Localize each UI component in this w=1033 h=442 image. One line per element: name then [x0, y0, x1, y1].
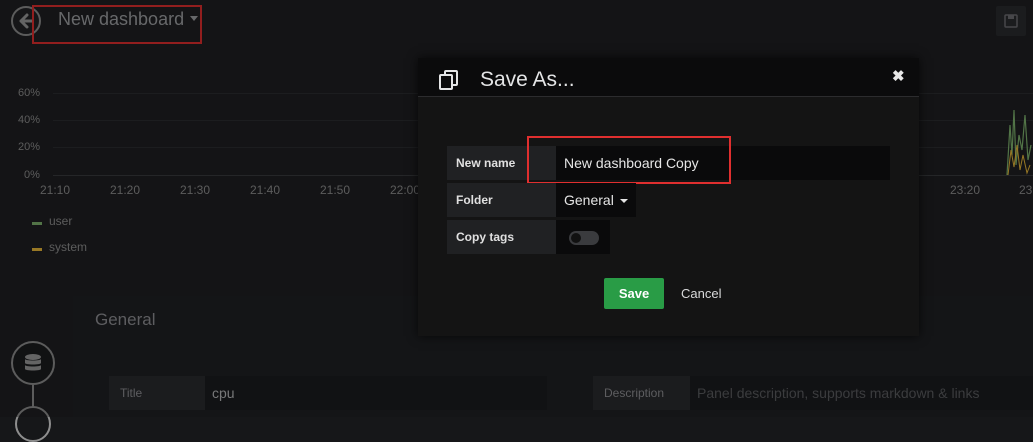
folder-select[interactable]: General	[556, 183, 636, 217]
folder-select-value: General	[564, 192, 614, 208]
highlight-box-new-name	[527, 136, 731, 184]
close-icon[interactable]: ✖	[892, 67, 905, 85]
chevron-down-icon	[619, 199, 628, 203]
toggle-knob	[571, 233, 581, 243]
copy-tags-label: Copy tags	[447, 220, 556, 254]
modal-title: Save As...	[480, 68, 575, 91]
save-button[interactable]: Save	[604, 278, 664, 309]
copy-icon	[439, 70, 458, 90]
copy-tags-toggle[interactable]	[569, 231, 599, 245]
save-as-modal: Save As... ✖ New name Folder General Cop…	[418, 58, 919, 336]
copy-tags-toggle-container[interactable]	[556, 220, 610, 254]
cancel-button[interactable]: Cancel	[681, 286, 721, 301]
folder-label: Folder	[447, 183, 556, 217]
modal-header: Save As... ✖	[418, 58, 919, 97]
